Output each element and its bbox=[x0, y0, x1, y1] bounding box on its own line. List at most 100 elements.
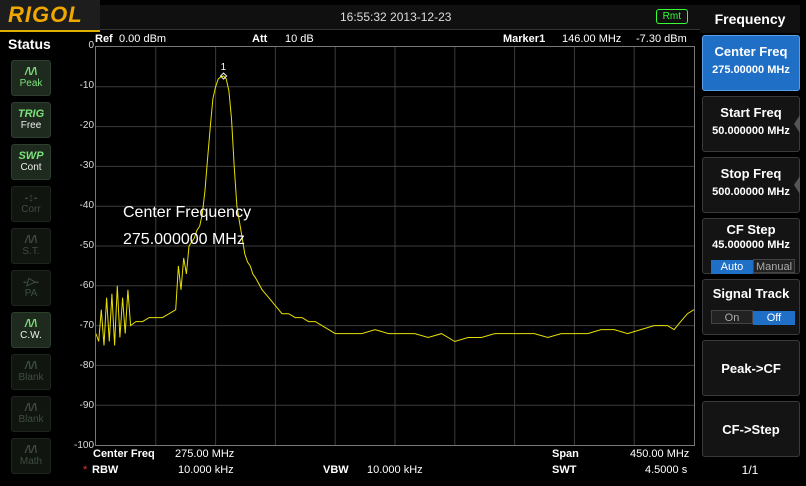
status-label: C.W. bbox=[20, 329, 42, 341]
marker-number-label: 1 bbox=[221, 62, 227, 73]
y-tick-label: -30 bbox=[79, 160, 94, 171]
status-blank-2[interactable]: /\/\ Blank bbox=[11, 396, 51, 432]
status-label: Math bbox=[19, 455, 43, 467]
att-label: Att bbox=[252, 33, 268, 45]
trig-icon: TRIG bbox=[17, 107, 45, 120]
status-label: S.T. bbox=[22, 245, 40, 257]
ref-value: 0.00 dBm bbox=[119, 33, 167, 45]
cw-icon: /\/\ bbox=[24, 317, 38, 330]
status-pa[interactable]: -▷- PA bbox=[11, 270, 51, 306]
remote-badge: Rmt bbox=[655, 9, 688, 24]
y-tick-label: -10 bbox=[79, 80, 94, 91]
swt-value: 4.5000 s bbox=[645, 464, 688, 476]
menu-title: Frequency bbox=[700, 5, 800, 33]
softkey-label: Stop Freq bbox=[720, 166, 782, 181]
softkey-label: CF Step bbox=[726, 222, 776, 237]
menu-page-indicator: 1/1 bbox=[741, 463, 759, 477]
softkey-center-freq[interactable]: Center Freq 275.00000 MHz bbox=[702, 35, 800, 91]
status-label: Cont bbox=[20, 161, 42, 173]
softkey-value: 275.00000 MHz bbox=[712, 64, 790, 76]
status-sweep[interactable]: SWP Cont bbox=[11, 144, 51, 180]
rigol-logo: RIGOL bbox=[0, 0, 100, 32]
att-value: 10 dB bbox=[285, 33, 314, 45]
signal-track-off-option[interactable]: Off bbox=[753, 311, 795, 325]
softkey-label: Start Freq bbox=[720, 105, 782, 120]
footer-row-1: Center Freq 275.00 MHz Span 450.00 MHz bbox=[83, 448, 698, 462]
corr-icon: -↕- bbox=[24, 191, 38, 204]
overlay-center-freq-label: Center Frequency bbox=[123, 204, 252, 221]
marker-label: Marker1 bbox=[503, 33, 546, 45]
softkey-cf-to-step[interactable]: CF->Step bbox=[702, 401, 800, 457]
status-st[interactable]: /\/\ S.T. bbox=[11, 228, 51, 264]
marker-level: -7.30 dBm bbox=[636, 33, 687, 45]
status-blank-1[interactable]: /\/\ Blank bbox=[11, 354, 51, 390]
y-tick-label: -40 bbox=[79, 200, 94, 211]
softkey-value: 45.000000 MHz bbox=[712, 239, 790, 251]
softkey-value: 500.00000 MHz bbox=[712, 186, 790, 198]
datetime: 16:55:32 2013-12-23 bbox=[340, 10, 452, 24]
status-math[interactable]: /\/\ Math bbox=[11, 438, 51, 474]
status-panel: Status /\/\ Peak TRIG Free SWP Cont -↕- … bbox=[0, 32, 60, 486]
rbw-modified-star: * bbox=[83, 464, 88, 476]
vbw-label: VBW bbox=[323, 464, 349, 476]
softkey-label: CF->Step bbox=[722, 422, 780, 437]
measurement-header: Ref 0.00 dBm Att 10 dB Marker1 146.00 MH… bbox=[95, 33, 695, 47]
marker-freq: 146.00 MHz bbox=[562, 33, 622, 45]
status-peak[interactable]: /\/\ Peak bbox=[11, 60, 51, 96]
span-label: Span bbox=[552, 448, 579, 460]
softkey-label: Peak->CF bbox=[721, 361, 781, 376]
y-tick-label: -60 bbox=[79, 280, 94, 291]
softkey-stop-freq[interactable]: Stop Freq 500.00000 MHz bbox=[702, 157, 800, 213]
softkey-value: 50.000000 MHz bbox=[712, 125, 790, 137]
status-label: Blank bbox=[18, 413, 44, 425]
status-label: PA bbox=[24, 287, 38, 299]
frequency-menu: Frequency Center Freq 275.00000 MHz Star… bbox=[700, 5, 806, 486]
submenu-arrow-icon bbox=[794, 115, 800, 133]
status-label: Blank bbox=[18, 371, 44, 383]
center-freq-value: 275.00 MHz bbox=[175, 448, 235, 460]
rbw-value: 10.000 kHz bbox=[178, 464, 234, 476]
rbw-label: RBW bbox=[92, 464, 119, 476]
y-tick-label: -50 bbox=[79, 240, 94, 251]
status-title: Status bbox=[8, 36, 51, 52]
softkey-cf-step[interactable]: CF Step 45.000000 MHz Auto Manual bbox=[702, 218, 800, 274]
submenu-arrow-icon bbox=[794, 176, 800, 194]
blank-icon: /\/\ bbox=[24, 359, 38, 372]
pa-icon: -▷- bbox=[23, 275, 39, 288]
y-tick-label: -80 bbox=[79, 360, 94, 371]
signal-track-on-option[interactable]: On bbox=[711, 310, 753, 324]
peak-icon: /\/\ bbox=[24, 65, 38, 78]
status-corr[interactable]: -↕- Corr bbox=[11, 186, 51, 222]
sweep-icon: SWP bbox=[18, 149, 44, 162]
span-value: 450.00 MHz bbox=[630, 448, 690, 460]
st-icon: /\/\ bbox=[24, 233, 38, 246]
cf-step-manual-option[interactable]: Manual bbox=[753, 259, 795, 273]
status-label: Free bbox=[20, 119, 42, 131]
cf-step-mode-toggle[interactable]: Auto Manual bbox=[709, 259, 797, 274]
signal-track-toggle[interactable]: On Off bbox=[709, 310, 797, 325]
softkey-start-freq[interactable]: Start Freq 50.000000 MHz bbox=[702, 96, 800, 152]
vbw-value: 10.000 kHz bbox=[367, 464, 423, 476]
blank-icon: /\/\ bbox=[24, 401, 38, 414]
math-icon: /\/\ bbox=[24, 443, 38, 456]
status-label: Peak bbox=[19, 77, 43, 89]
status-cw[interactable]: /\/\ C.W. bbox=[11, 312, 51, 348]
top-status-bar: 16:55:32 2013-12-23 Rmt bbox=[100, 5, 700, 30]
swt-label: SWT bbox=[552, 464, 577, 476]
softkey-label: Signal Track bbox=[712, 286, 790, 301]
softkey-signal-track[interactable]: Signal Track On Off bbox=[702, 279, 800, 335]
logo-text: RIGOL bbox=[8, 2, 83, 27]
softkey-peak-to-cf[interactable]: Peak->CF bbox=[702, 340, 800, 396]
ref-label: Ref bbox=[95, 33, 113, 45]
y-tick-label: -70 bbox=[79, 320, 94, 331]
status-trigger[interactable]: TRIG Free bbox=[11, 102, 51, 138]
y-tick-label: -20 bbox=[79, 120, 94, 131]
softkey-label: Center Freq bbox=[714, 44, 788, 59]
cf-step-auto-option[interactable]: Auto bbox=[711, 260, 753, 274]
center-freq-label: Center Freq bbox=[93, 448, 155, 460]
y-tick-label: 0 bbox=[88, 40, 94, 51]
overlay-center-freq-value: 275.000000 MHz bbox=[123, 231, 245, 248]
status-label: Corr bbox=[21, 203, 41, 215]
footer-row-2: * RBW 10.000 kHz VBW 10.000 kHz SWT 4.50… bbox=[83, 464, 698, 478]
y-tick-label: -90 bbox=[79, 400, 94, 411]
